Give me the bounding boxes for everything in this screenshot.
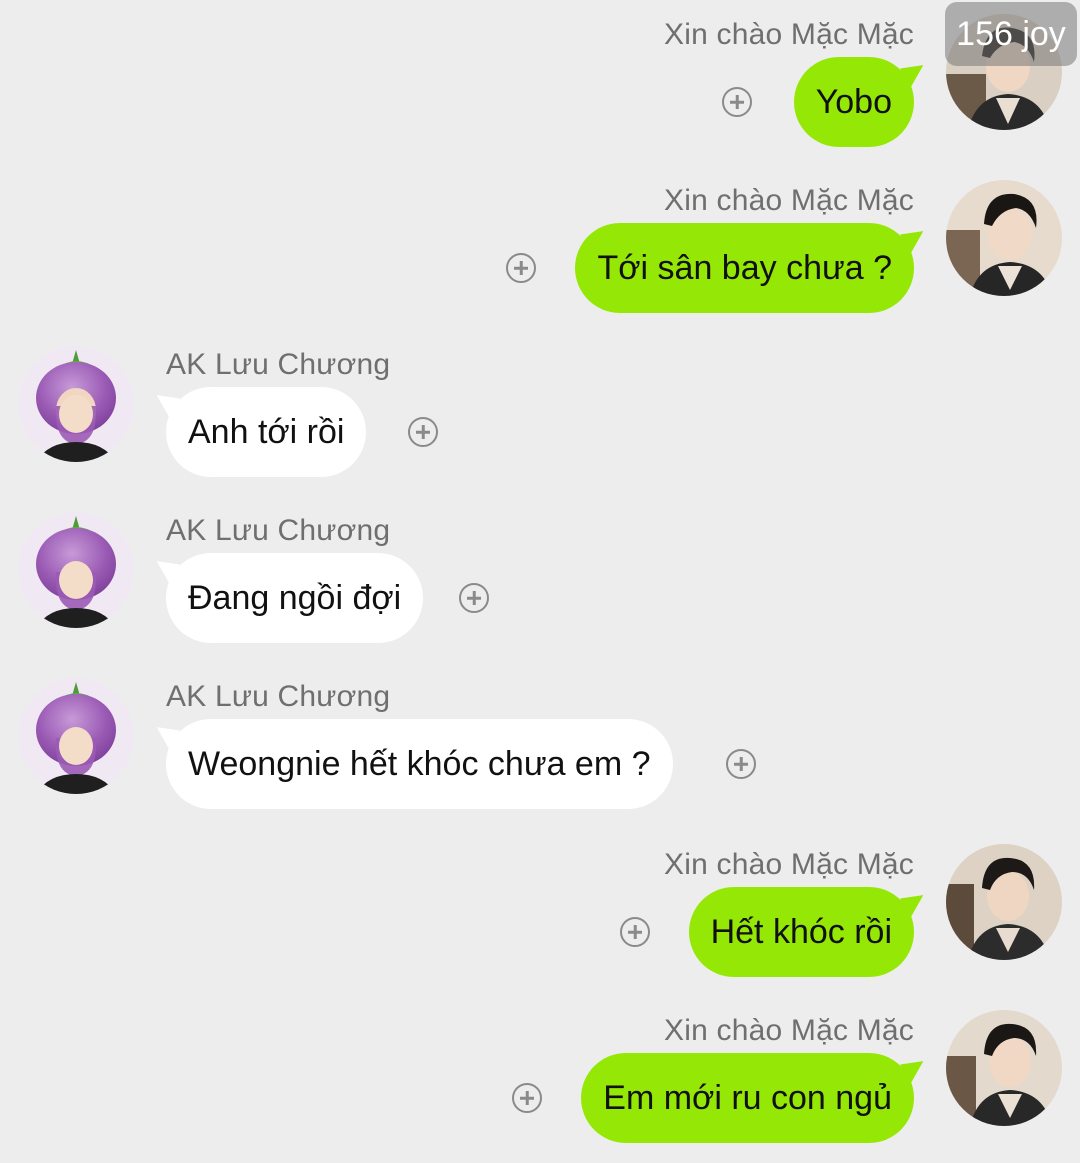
sender-name: AK Lưu Chương bbox=[166, 680, 391, 713]
chat-thread: 156 joy Xin chào Mặc Mặc Yobo Xin chào M… bbox=[0, 0, 1080, 1163]
message-bubble[interactable]: Weongnie hết khóc chưa em ? bbox=[166, 719, 673, 809]
sender-name: AK Lưu Chương bbox=[166, 348, 391, 381]
sender-name: AK Lưu Chương bbox=[166, 514, 391, 547]
add-reaction-icon[interactable] bbox=[506, 253, 536, 283]
eggplant-hat-boy-avatar[interactable] bbox=[18, 346, 134, 462]
message-bubble[interactable]: Yobo bbox=[793, 57, 914, 147]
message-bubble[interactable]: Em mới ru con ngủ bbox=[581, 1053, 914, 1143]
message-row: Xin chào Mặc Mặc Hết khóc rồi bbox=[0, 830, 1080, 996]
message-row: Xin chào Mặc Mặc Em mới ru con ngủ bbox=[0, 996, 1080, 1162]
message-bubble[interactable]: Anh tới rồi bbox=[166, 387, 367, 477]
message-row: Xin chào Mặc Mặc Yobo bbox=[0, 0, 1080, 166]
add-reaction-icon[interactable] bbox=[726, 749, 756, 779]
message-bubble[interactable]: Đang ngồi đợi bbox=[166, 553, 424, 643]
sender-name: Xin chào Mặc Mặc bbox=[664, 848, 914, 881]
message-row: AK Lưu Chương Weongnie hết khóc chưa em … bbox=[0, 672, 1080, 838]
dark-haired-man-avatar[interactable] bbox=[946, 180, 1062, 296]
message-row: AK Lưu Chương Anh tới rồi bbox=[0, 340, 1080, 506]
add-reaction-icon[interactable] bbox=[459, 583, 489, 613]
sender-name: Xin chào Mặc Mặc bbox=[664, 1014, 914, 1047]
message-row: Xin chào Mặc Mặc Tới sân bay chưa ? bbox=[0, 166, 1080, 332]
eggplant-hat-boy-avatar[interactable] bbox=[18, 512, 134, 628]
message-bubble[interactable]: Tới sân bay chưa ? bbox=[575, 223, 914, 313]
add-reaction-icon[interactable] bbox=[620, 917, 650, 947]
watermark-badge: 156 joy bbox=[945, 2, 1077, 66]
eggplant-hat-boy-avatar[interactable] bbox=[18, 678, 134, 794]
message-bubble[interactable]: Hết khóc rồi bbox=[688, 887, 914, 977]
dark-haired-man-avatar[interactable] bbox=[946, 844, 1062, 960]
message-row: AK Lưu Chương Đang ngồi đợi bbox=[0, 506, 1080, 672]
add-reaction-icon[interactable] bbox=[512, 1083, 542, 1113]
dark-haired-man-avatar[interactable] bbox=[946, 1010, 1062, 1126]
sender-name: Xin chào Mặc Mặc bbox=[664, 18, 914, 51]
add-reaction-icon[interactable] bbox=[722, 87, 752, 117]
add-reaction-icon[interactable] bbox=[408, 417, 438, 447]
sender-name: Xin chào Mặc Mặc bbox=[664, 184, 914, 217]
